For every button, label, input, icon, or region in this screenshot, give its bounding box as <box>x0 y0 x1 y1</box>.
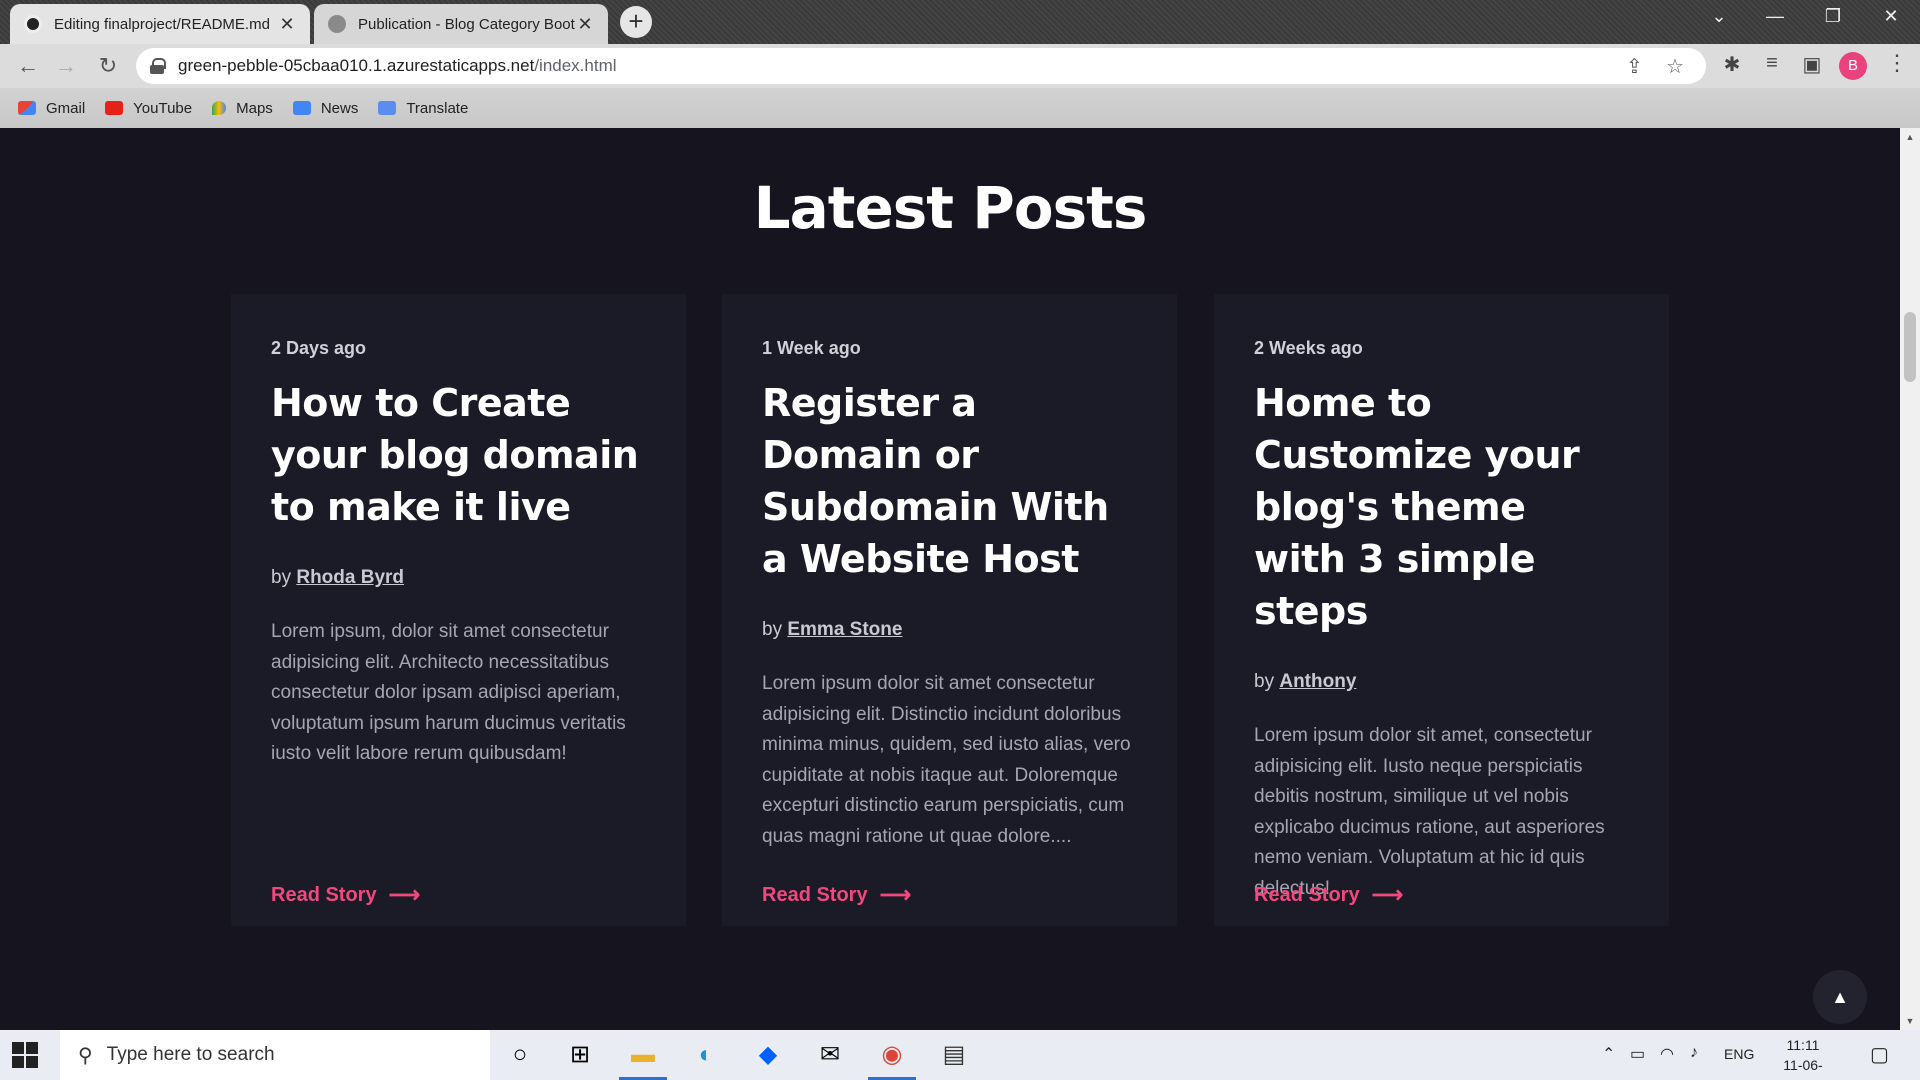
browser-chrome: Editing finalproject/README.md ✕ Publica… <box>0 0 1920 128</box>
page-content: Latest Posts 2 Days ago How to Create yo… <box>0 128 1900 1030</box>
scrollbar-thumb[interactable] <box>1904 312 1916 382</box>
post-byline: by Emma Stone <box>762 619 903 640</box>
chrome-icon[interactable]: ◉ <box>868 1040 916 1080</box>
github-icon <box>24 15 42 33</box>
scroll-up-icon[interactable]: ▲ <box>1900 132 1920 142</box>
read-story-link[interactable]: Read Story ⟶ <box>762 882 911 908</box>
gmail-icon <box>18 101 36 115</box>
media-control-icon[interactable]: ≡ <box>1760 52 1784 75</box>
post-title[interactable]: Register a Domain or Subdomain With a We… <box>762 377 1137 585</box>
new-tab-button[interactable]: + <box>620 6 652 38</box>
notifications-icon[interactable]: ▢ <box>1870 1042 1889 1067</box>
profile-avatar[interactable]: B <box>1839 52 1867 80</box>
browser-toolbar: ← → ↻ green-pebble-05cbaa010.1.azurestat… <box>0 44 1920 88</box>
arrow-right-icon: ⟶ <box>1371 882 1404 907</box>
task-view-icon[interactable]: ⊞ <box>564 1040 596 1070</box>
taskbar-search-input[interactable]: ⚲ Type here to search <box>60 1030 490 1080</box>
post-title[interactable]: How to Create your blog domain to make i… <box>271 377 646 533</box>
maps-icon <box>212 101 227 115</box>
read-story-link[interactable]: Read Story ⟶ <box>1254 882 1403 908</box>
minimize-icon[interactable]: — <box>1760 6 1790 27</box>
side-panel-icon[interactable]: ▣ <box>1800 52 1824 77</box>
bookmark-maps[interactable]: Maps <box>212 100 273 117</box>
scroll-to-top-button[interactable]: ▲ <box>1813 970 1867 1024</box>
restore-icon[interactable]: ❐ <box>1818 6 1848 27</box>
extensions-icon[interactable]: ✱ <box>1720 52 1744 77</box>
search-icon: ⚲ <box>78 1044 93 1067</box>
edge-icon[interactable]: ◐ <box>690 1040 722 1070</box>
post-excerpt: Lorem ipsum dolor sit amet consectetur a… <box>762 673 1131 847</box>
wifi-icon[interactable]: ◠ <box>1660 1044 1674 1064</box>
file-explorer-icon[interactable]: ▬ <box>619 1040 667 1080</box>
more-menu-icon[interactable]: ⋮ <box>1886 50 1908 76</box>
post-excerpt: Lorem ipsum dolor sit amet, consectetur … <box>1254 725 1605 899</box>
arrow-right-icon: ⟶ <box>879 882 912 907</box>
tab-search-icon[interactable]: ⌄ <box>1704 6 1734 27</box>
notepad-app-icon[interactable]: ▤ <box>938 1040 970 1070</box>
news-icon <box>292 101 311 115</box>
author-link[interactable]: Emma Stone <box>787 619 902 640</box>
window-close-icon[interactable]: ✕ <box>1876 6 1906 27</box>
mail-icon[interactable]: ✉ <box>814 1040 846 1070</box>
windows-taskbar: ⚲ Type here to search ○ ⊞ ▬ ◐ ◆ ✉ ◉ ▤ ⌃ … <box>0 1030 1920 1080</box>
tray-chevron-icon[interactable]: ⌃ <box>1602 1044 1615 1064</box>
post-card: 2 Days ago How to Create your blog domai… <box>231 294 686 926</box>
taskbar-clock[interactable]: 11:11 11-06-2022 <box>1768 1035 1838 1080</box>
battery-icon[interactable]: ▭ <box>1630 1044 1645 1064</box>
bookmark-gmail[interactable]: Gmail <box>18 100 85 117</box>
dropbox-icon[interactable]: ◆ <box>752 1040 784 1070</box>
bookmark-news[interactable]: News <box>292 100 358 117</box>
close-icon[interactable]: ✕ <box>278 14 296 35</box>
lock-icon <box>150 58 166 74</box>
language-indicator[interactable]: ENG <box>1724 1046 1754 1062</box>
youtube-icon <box>105 101 124 115</box>
author-link[interactable]: Rhoda Byrd <box>296 567 404 588</box>
globe-icon <box>328 15 346 33</box>
back-icon[interactable]: ← <box>14 52 42 80</box>
tab-strip: Editing finalproject/README.md ✕ Publica… <box>0 0 1920 44</box>
close-icon[interactable]: ✕ <box>576 14 594 35</box>
cortana-icon[interactable]: ○ <box>504 1040 536 1070</box>
address-bar[interactable]: green-pebble-05cbaa010.1.azurestaticapps… <box>136 48 1706 84</box>
post-byline: by Rhoda Byrd <box>271 567 405 588</box>
post-date: 1 Week ago <box>762 338 861 358</box>
post-card: 2 Weeks ago Home to Customize your blog'… <box>1214 294 1669 926</box>
tab-publication[interactable]: Publication - Blog Category Boot ✕ <box>314 4 608 44</box>
post-title[interactable]: Home to Customize your blog's theme with… <box>1254 377 1629 637</box>
read-story-link[interactable]: Read Story ⟶ <box>271 882 420 908</box>
bookmark-translate[interactable]: Translate <box>378 100 468 117</box>
volume-icon[interactable]: ♪ <box>1690 1044 1698 1062</box>
scroll-down-icon[interactable]: ▼ <box>1900 1016 1920 1026</box>
bookmark-star-icon[interactable]: ☆ <box>1666 54 1684 79</box>
translate-icon <box>378 101 397 115</box>
windows-start-icon[interactable] <box>12 1042 38 1068</box>
post-date: 2 Days ago <box>271 338 367 358</box>
bookmarks-bar: Gmail YouTube Maps News Translate <box>0 88 1920 128</box>
share-icon[interactable]: ⇪ <box>1626 54 1643 79</box>
author-link[interactable]: Anthony <box>1279 671 1356 692</box>
section-title: Latest Posts <box>753 174 1148 242</box>
post-card: 1 Week ago Register a Domain or Subdomai… <box>722 294 1177 926</box>
tab-title: Editing finalproject/README.md <box>54 15 270 33</box>
arrow-right-icon: ⟶ <box>388 882 421 907</box>
post-date: 2 Weeks ago <box>1254 338 1363 358</box>
bookmark-youtube[interactable]: YouTube <box>105 100 192 117</box>
tab-github[interactable]: Editing finalproject/README.md ✕ <box>10 4 310 44</box>
post-byline: by Anthony <box>1254 671 1357 692</box>
tab-title: Publication - Blog Category Boot <box>358 15 575 33</box>
forward-icon[interactable]: → <box>52 52 80 80</box>
reload-icon[interactable]: ↻ <box>94 52 122 80</box>
post-excerpt: Lorem ipsum, dolor sit amet consectetur … <box>271 621 626 764</box>
url-text: green-pebble-05cbaa010.1.azurestaticapps… <box>178 56 617 75</box>
page-scrollbar[interactable]: ▲ ▼ <box>1900 128 1920 1030</box>
